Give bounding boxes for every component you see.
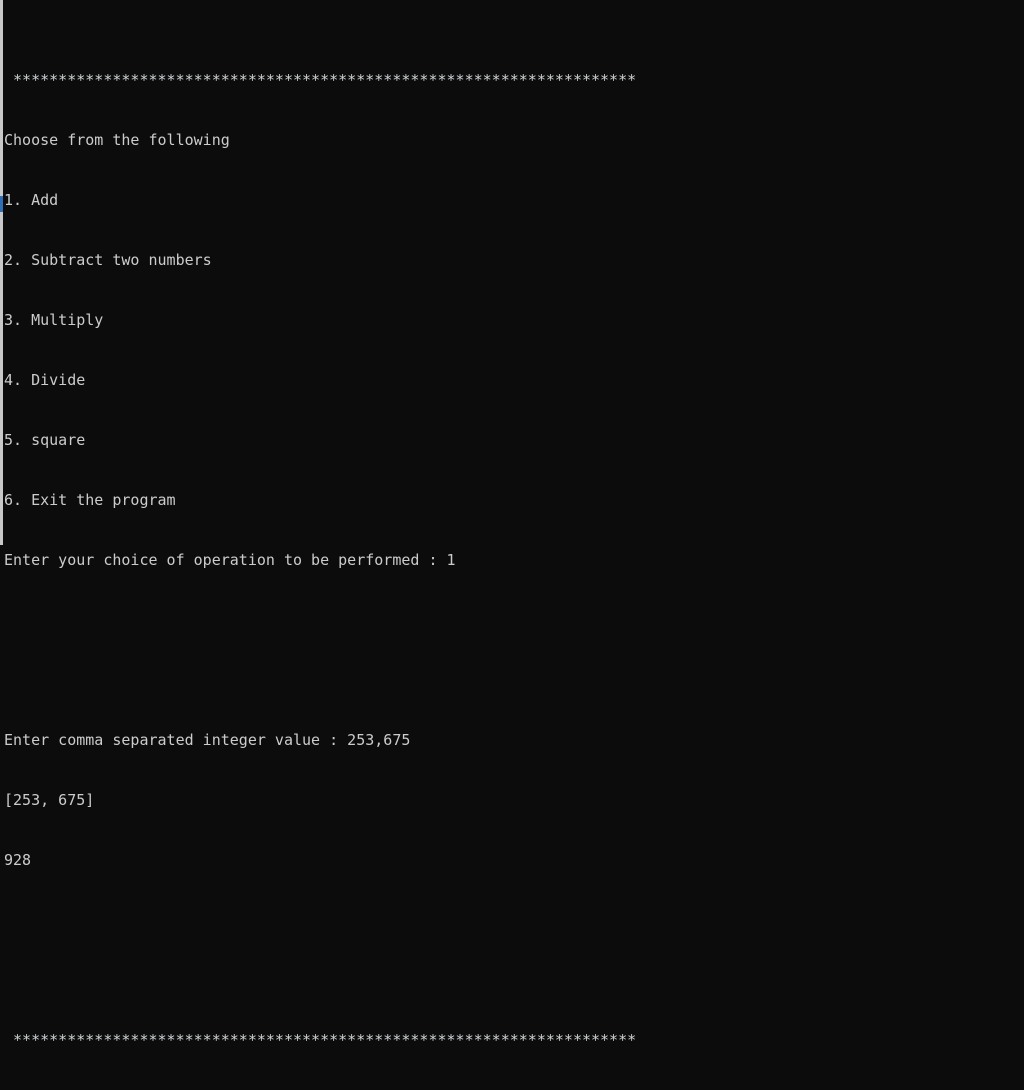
value-prompt-line: Enter comma separated integer value : 25… xyxy=(4,731,411,749)
menu-option-6-exit: 6. Exit the program xyxy=(4,491,176,509)
menu-header: Choose from the following xyxy=(4,131,230,149)
result-line: 928 xyxy=(4,851,32,869)
separator-line: ****************************************… xyxy=(4,1031,637,1049)
menu-option-1-add: 1. Add xyxy=(4,191,59,209)
console-output[interactable]: ****************************************… xyxy=(3,0,1024,1049)
menu-option-4-divide: 4. Divide xyxy=(4,371,86,389)
terminal-window: ****************************************… xyxy=(0,0,1024,1049)
menu-option-3-multiply: 3. Multiply xyxy=(4,311,104,329)
parsed-list-line: [253, 675] xyxy=(4,791,95,809)
menu-option-2-subtract: 2. Subtract two numbers xyxy=(4,251,212,269)
choice-prompt-line: Enter your choice of operation to be per… xyxy=(4,551,456,569)
separator-line: ****************************************… xyxy=(4,71,637,89)
menu-option-5-square: 5. square xyxy=(4,431,86,449)
